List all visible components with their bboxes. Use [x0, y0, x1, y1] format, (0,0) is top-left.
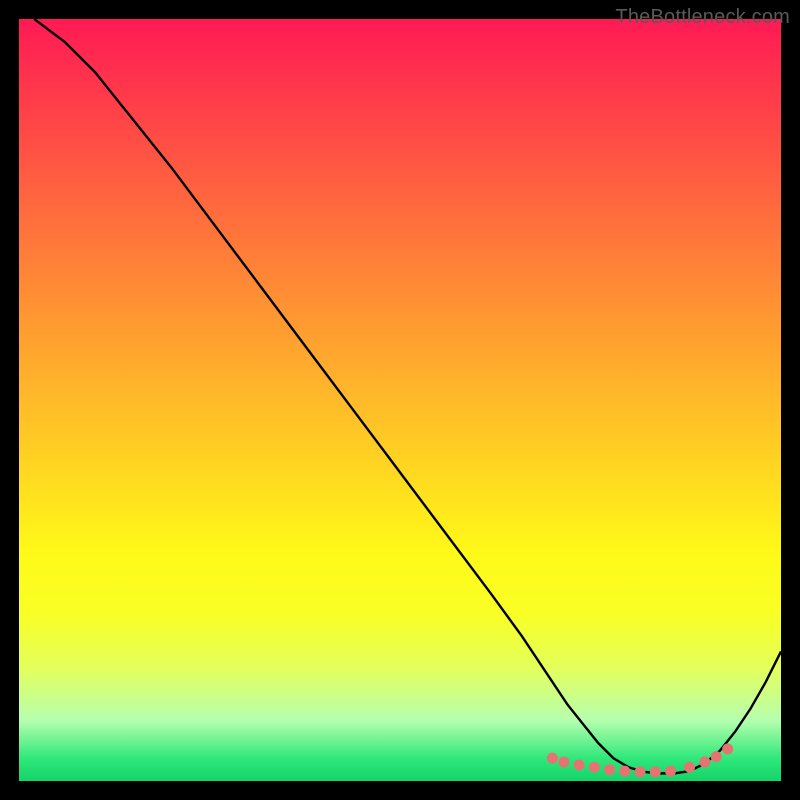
marker-point — [650, 766, 661, 777]
marker-point — [547, 753, 558, 764]
plot-area — [19, 19, 781, 781]
marker-point — [722, 744, 733, 755]
marker-point — [635, 766, 646, 777]
curve-line — [34, 19, 781, 773]
marker-point — [665, 766, 676, 777]
marker-point — [604, 764, 615, 775]
chart-svg — [19, 19, 781, 781]
marker-point — [684, 762, 695, 773]
marker-point — [574, 760, 585, 771]
marker-group — [547, 744, 733, 778]
marker-point — [711, 751, 722, 762]
marker-point — [558, 756, 569, 767]
marker-point — [619, 766, 630, 777]
watermark-text: TheBottleneck.com — [615, 6, 790, 29]
marker-point — [699, 756, 710, 767]
marker-point — [589, 762, 600, 773]
